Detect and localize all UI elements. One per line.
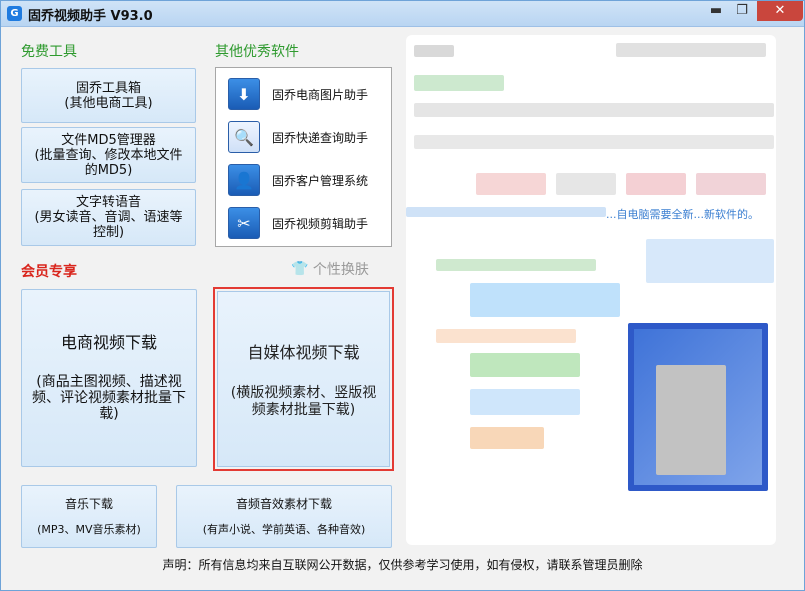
ad-blur-block bbox=[436, 259, 596, 271]
ad-blur-block bbox=[436, 329, 576, 343]
ad-blur-block bbox=[616, 43, 766, 57]
ad-blur-block bbox=[414, 103, 774, 117]
software-item-video-editor[interactable]: ✂ 固乔视频剪辑助手 bbox=[228, 207, 388, 239]
change-skin-label: 个性换肤 bbox=[312, 262, 369, 278]
md5-manager-button-title: 文件MD5管理器 bbox=[61, 132, 156, 148]
text-to-speech-button-subtitle: (男女读音、音调、语速等控制) bbox=[34, 210, 183, 240]
toolbox-button[interactable]: 固乔工具箱 (其他电商工具) bbox=[21, 68, 196, 123]
media-video-download-title: 自媒体视频下载 bbox=[247, 343, 360, 362]
title-bar[interactable]: G 固乔视频助手 V93.0 ▬ ❐ ✕ bbox=[1, 1, 804, 27]
media-video-download-subtitle: (横版视频素材、竖版视频素材批量下载) bbox=[230, 385, 377, 418]
ad-blur-block bbox=[414, 75, 504, 91]
other-software-title: 其他优秀软件 bbox=[215, 44, 299, 60]
ad-blur-block bbox=[470, 427, 544, 449]
minimize-button[interactable]: ▬ bbox=[703, 1, 729, 21]
software-item-label: 固乔客户管理系统 bbox=[272, 173, 369, 188]
ad-blur-block bbox=[414, 135, 774, 149]
ad-text: ...自电脑需要全新...新软件的。 bbox=[606, 208, 759, 221]
ad-blur-block bbox=[626, 173, 686, 195]
text-to-speech-button-title: 文字转语音 bbox=[75, 195, 141, 210]
ad-blur-block bbox=[656, 365, 726, 475]
music-download-button[interactable]: 音乐下载 (MP3、MV音乐素材) bbox=[21, 485, 157, 548]
ad-blur-block bbox=[414, 45, 454, 57]
software-item-label: 固乔快递查询助手 bbox=[272, 130, 369, 145]
magnify-icon: 🔍 bbox=[228, 121, 260, 153]
vip-title: 会员专享 bbox=[21, 264, 77, 280]
audio-effects-download-title: 音频音效素材下载 bbox=[235, 496, 332, 511]
ecommerce-video-download-button[interactable]: 电商视频下载 (商品主图视频、描述视频、评论视频素材批量下载) bbox=[21, 289, 197, 467]
software-item-customer-management[interactable]: 👤 固乔客户管理系统 bbox=[228, 164, 388, 196]
ad-blur-block bbox=[470, 353, 580, 377]
free-tools-title: 免费工具 bbox=[21, 44, 77, 60]
software-item-image-assistant[interactable]: ⬇ 固乔电商图片助手 bbox=[228, 78, 388, 110]
footer-disclaimer: 声明：所有信息均来自互联网公开数据，仅供参考学习使用，如有侵权，请联系管理员删除 bbox=[162, 558, 643, 572]
md5-manager-button[interactable]: 文件MD5管理器 (批量查询、修改本地文件的MD5) bbox=[21, 127, 196, 183]
media-video-download-highlight: 自媒体视频下载 (横版视频素材、竖版视频素材批量下载) bbox=[213, 287, 394, 471]
music-download-subtitle: (MP3、MV音乐素材) bbox=[37, 522, 141, 536]
tshirt-icon: 👕 bbox=[291, 261, 309, 277]
maximize-button[interactable]: ❐ bbox=[729, 1, 755, 21]
ad-blur-block bbox=[696, 173, 766, 195]
ad-panel[interactable] bbox=[406, 35, 776, 545]
ad-blur-block bbox=[470, 389, 580, 415]
audio-effects-download-subtitle: (有声小说、学前英语、各种音效) bbox=[202, 522, 366, 536]
md5-manager-button-subtitle: (批量查询、修改本地文件的MD5) bbox=[34, 147, 183, 178]
other-software-panel: ⬇ 固乔电商图片助手 🔍 固乔快递查询助手 👤 固乔客户管理系统 ✂ 固乔视频剪… bbox=[215, 67, 392, 247]
scissors-icon: ✂ bbox=[228, 207, 260, 239]
ad-blur-block bbox=[646, 239, 774, 283]
ad-blur-block bbox=[470, 283, 620, 317]
ad-blur-block bbox=[556, 173, 616, 195]
media-video-download-button[interactable]: 自媒体视频下载 (横版视频素材、竖版视频素材批量下载) bbox=[217, 291, 390, 467]
ecommerce-video-download-title: 电商视频下载 bbox=[60, 332, 157, 352]
app-logo-icon: G bbox=[7, 6, 22, 21]
change-skin-button[interactable]: 👕 个性换肤 bbox=[291, 259, 369, 279]
text-to-speech-button[interactable]: 文字转语音 (男女读音、音调、语速等控制) bbox=[21, 189, 196, 246]
ad-blur-block bbox=[476, 173, 546, 195]
music-download-title: 音乐下载 bbox=[64, 496, 113, 511]
ad-blur-block bbox=[406, 207, 606, 217]
window-title: 固乔视频助手 V93.0 bbox=[28, 9, 153, 24]
person-icon: 👤 bbox=[228, 164, 260, 196]
software-item-label: 固乔视频剪辑助手 bbox=[272, 216, 369, 231]
toolbox-button-title: 固乔工具箱 bbox=[75, 80, 141, 96]
download-icon: ⬇ bbox=[228, 78, 260, 110]
close-button[interactable]: ✕ bbox=[757, 1, 803, 21]
toolbox-button-subtitle: (其他电商工具) bbox=[64, 95, 153, 111]
ecommerce-video-download-subtitle: (商品主图视频、描述视频、评论视频素材批量下载) bbox=[32, 373, 186, 422]
audio-effects-download-button[interactable]: 音频音效素材下载 (有声小说、学前英语、各种音效) bbox=[176, 485, 392, 548]
software-item-express-query[interactable]: 🔍 固乔快递查询助手 bbox=[228, 121, 388, 153]
software-item-label: 固乔电商图片助手 bbox=[272, 87, 369, 102]
app-window: G 固乔视频助手 V93.0 ▬ ❐ ✕ 免费工具 固乔工具箱 (其他电商工具)… bbox=[0, 0, 805, 591]
